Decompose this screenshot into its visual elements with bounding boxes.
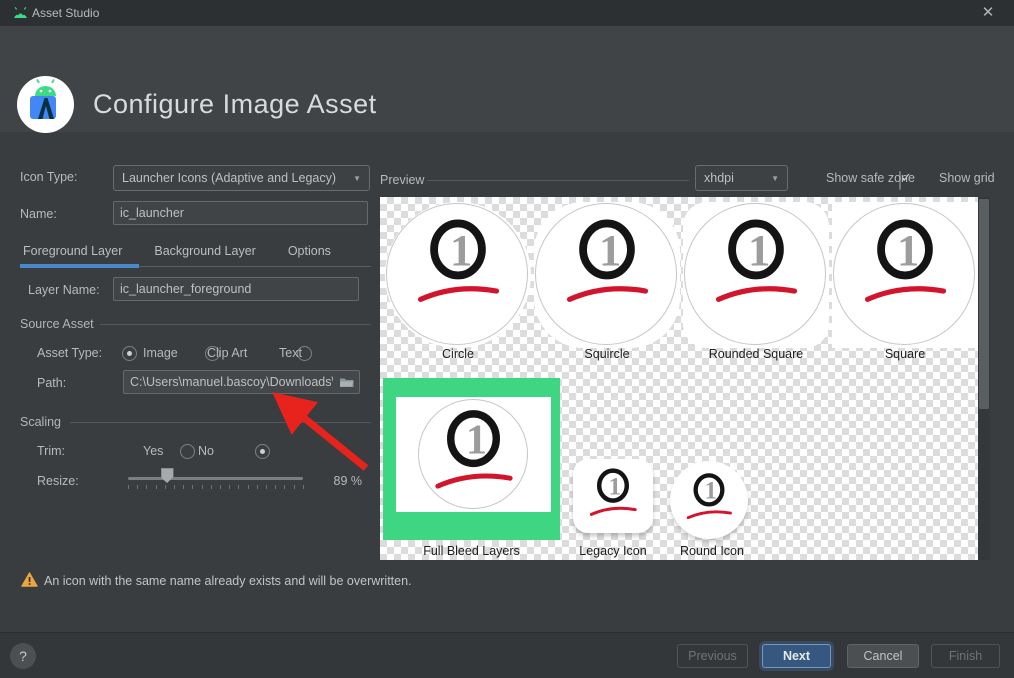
chevron-down-icon: ▼ <box>771 173 779 183</box>
icon-type-value: Launcher Icons (Adaptive and Legacy) <box>122 171 337 185</box>
warning-icon <box>21 572 38 587</box>
resize-slider-thumb[interactable] <box>160 468 174 483</box>
scaling-group-label: Scaling <box>20 415 61 429</box>
preview-label: Preview <box>380 173 425 187</box>
tile-label-square: Square <box>884 347 926 361</box>
show-grid-label[interactable]: Show grid <box>939 171 995 185</box>
scaling-divider <box>70 422 371 423</box>
source-asset-divider <box>100 324 371 325</box>
close-icon[interactable]: ✕ <box>974 0 1002 26</box>
svg-text:1: 1 <box>748 225 770 275</box>
warning-message: An icon with the same name already exist… <box>44 574 412 588</box>
window-title: Asset Studio <box>32 6 100 20</box>
asset-logo: 1 <box>853 212 957 316</box>
svg-text:1: 1 <box>450 225 472 275</box>
asset-logo: 1 <box>583 464 643 524</box>
source-asset-group-label: Source Asset <box>20 317 94 331</box>
tab-background-layer[interactable]: Background Layer <box>151 240 269 266</box>
previous-button[interactable]: Previous <box>677 644 748 668</box>
tile-label-circle: Circle <box>442 347 474 361</box>
svg-text:1: 1 <box>466 416 487 463</box>
preview-tile-legacy[interactable]: 1 <box>573 459 653 533</box>
annotation-arrow <box>272 392 369 471</box>
trim-option-yes[interactable]: Yes <box>143 444 163 458</box>
layer-name-label: Layer Name: <box>28 283 100 297</box>
asset-logo: 1 <box>704 212 808 316</box>
preview-tile-round[interactable]: 1 <box>670 461 748 539</box>
resize-slider-track[interactable] <box>128 477 303 480</box>
asset-studio-dialog: Asset Studio ✕ Configure Image Asset Ico… <box>0 0 1014 678</box>
trim-option-no[interactable]: No <box>198 444 214 458</box>
svg-text:1: 1 <box>608 472 621 501</box>
layer-name-input[interactable] <box>113 277 359 301</box>
asset-type-option-clipart[interactable]: Clip Art <box>207 346 247 360</box>
trim-radio-yes[interactable] <box>180 444 196 459</box>
asset-type-option-text[interactable]: Text <box>279 346 302 360</box>
asset-logo: 1 <box>406 212 510 316</box>
android-icon <box>14 7 27 18</box>
asset-logo: 1 <box>424 403 523 502</box>
trim-radio-no[interactable] <box>254 444 270 459</box>
preview-canvas: 1 1 1 1 Circle Squircle Rounded Square S… <box>380 197 978 560</box>
preview-tile-full-bleed[interactable]: 1 <box>383 378 560 540</box>
asset-logo: 1 <box>680 469 738 527</box>
full-bleed-layer: 1 <box>396 397 551 512</box>
tile-label-full-bleed: Full Bleed Layers <box>423 544 520 558</box>
dialog-header: Configure Image Asset <box>0 26 1014 133</box>
folder-icon[interactable] <box>339 376 355 388</box>
icon-type-select[interactable]: Launcher Icons (Adaptive and Legacy) ▼ <box>113 165 370 191</box>
cancel-button[interactable]: Cancel <box>847 644 919 668</box>
chevron-down-icon: ▼ <box>353 173 361 183</box>
layer-tabs: Foreground Layer Background Layer Option… <box>20 240 371 268</box>
tile-label-rounded-square: Rounded Square <box>708 347 804 361</box>
resize-value: 89 % <box>333 474 363 488</box>
preview-divider <box>427 180 689 181</box>
resize-label: Resize: <box>37 474 79 488</box>
asset-type-option-image[interactable]: Image <box>143 346 178 360</box>
resize-slider-ticks <box>128 485 304 490</box>
tab-foreground-layer[interactable]: Foreground Layer <box>20 240 140 268</box>
asset-type-label: Asset Type: <box>37 346 103 360</box>
preview-tile-square[interactable]: 1 <box>832 202 978 348</box>
finish-button[interactable]: Finish <box>931 644 1000 668</box>
density-select[interactable]: xhdpi ▼ <box>695 165 788 191</box>
tile-label-squircle: Squircle <box>584 347 630 361</box>
svg-text:1: 1 <box>599 225 621 275</box>
preview-tile-squircle[interactable]: 1 <box>534 202 680 348</box>
icon-type-label: Icon Type: <box>20 170 78 184</box>
tile-label-round: Round Icon <box>680 544 744 558</box>
page-title: Configure Image Asset <box>93 89 377 119</box>
path-input[interactable] <box>123 370 360 394</box>
scrollbar-thumb[interactable] <box>979 199 989 409</box>
path-label: Path: <box>37 376 67 390</box>
name-input[interactable] <box>113 201 368 225</box>
title-bar: Asset Studio ✕ <box>0 0 1014 26</box>
trim-label: Trim: <box>37 444 65 458</box>
show-safe-zone-label[interactable]: Show safe zone <box>826 171 915 185</box>
next-button[interactable]: Next <box>762 644 831 668</box>
svg-text:1: 1 <box>897 225 919 275</box>
asset-logo: 1 <box>555 212 659 316</box>
preview-tile-circle[interactable]: 1 <box>385 202 531 348</box>
help-button[interactable]: ? <box>10 643 36 669</box>
density-value: xhdpi <box>704 171 734 185</box>
name-label: Name: <box>20 207 57 221</box>
asset-type-radio-image[interactable] <box>122 346 137 361</box>
tab-options[interactable]: Options <box>285 240 345 266</box>
android-studio-logo <box>17 76 74 133</box>
preview-tile-rounded-square[interactable]: 1 <box>683 202 829 348</box>
svg-text:1: 1 <box>705 478 717 505</box>
preview-scrollbar[interactable] <box>978 197 990 560</box>
footer-bar: ? Previous Next Cancel Finish <box>0 632 1014 678</box>
